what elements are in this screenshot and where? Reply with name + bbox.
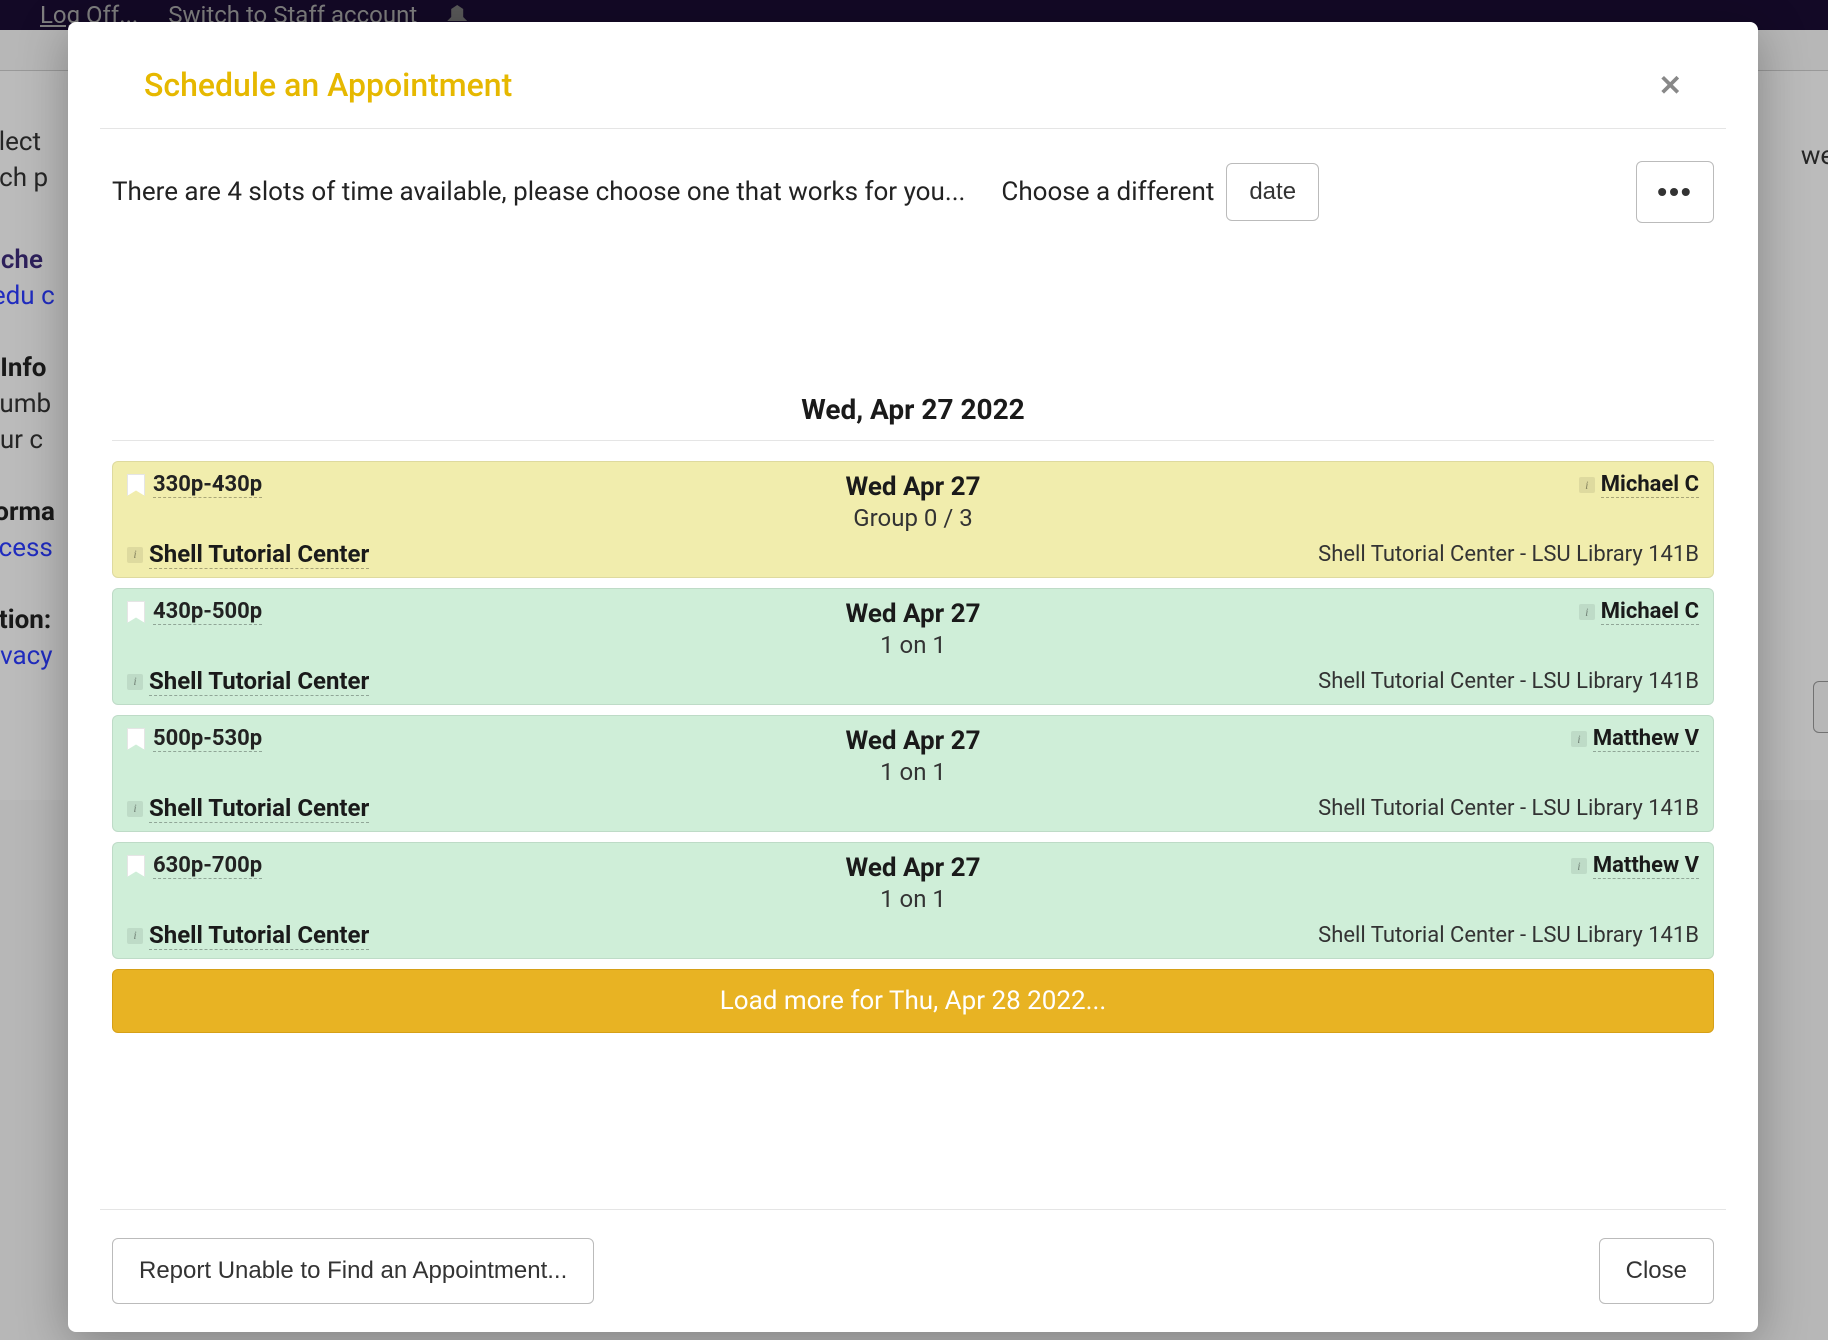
intro-text: There are 4 slots of time available, ple… <box>112 177 965 207</box>
modal-footer: Report Unable to Find an Appointment... … <box>100 1209 1726 1332</box>
slot-location: Shell Tutorial Center - LSU Library 141B <box>1318 542 1699 567</box>
bookmark-icon <box>127 728 145 750</box>
slot-date: Wed Apr 27 <box>527 726 1299 756</box>
bookmark-icon <box>127 601 145 623</box>
slot-date: Wed Apr 27 <box>527 853 1299 883</box>
date-heading: Wed, Apr 27 2022 <box>112 393 1714 441</box>
modal-title: Schedule an Appointment <box>144 66 512 104</box>
info-icon: i <box>127 547 143 563</box>
modal-body: There are 4 slots of time available, ple… <box>68 129 1758 1099</box>
slot-type: 1 on 1 <box>527 631 1299 659</box>
appointment-slot[interactable]: 430p-500p Wed Apr 27 1 on 1 i Michael C … <box>112 588 1714 705</box>
slot-time: 500p-530p <box>153 726 262 752</box>
slot-date: Wed Apr 27 <box>527 599 1299 629</box>
slot-staff: Matthew V <box>1593 853 1699 879</box>
bookmark-icon <box>127 474 145 496</box>
info-icon: i <box>1571 731 1587 747</box>
slot-location: Shell Tutorial Center - LSU Library 141B <box>1318 923 1699 948</box>
slot-time: 330p-430p <box>153 472 262 498</box>
info-icon: i <box>1579 477 1595 493</box>
slot-time: 430p-500p <box>153 599 262 625</box>
more-options-button[interactable]: ••• <box>1636 161 1714 223</box>
slot-center: Shell Tutorial Center <box>149 540 369 569</box>
slot-location: Shell Tutorial Center - LSU Library 141B <box>1318 796 1699 821</box>
appointment-slot[interactable]: 330p-430p Wed Apr 27 Group 0 / 3 i Micha… <box>112 461 1714 578</box>
load-more-button[interactable]: Load more for Thu, Apr 28 2022... <box>112 969 1714 1033</box>
info-icon: i <box>1579 604 1595 620</box>
slot-staff: Michael C <box>1601 472 1699 498</box>
slot-center: Shell Tutorial Center <box>149 921 369 950</box>
choose-date-button[interactable]: date <box>1226 163 1319 221</box>
slot-staff: Matthew V <box>1593 726 1699 752</box>
appointment-slot[interactable]: 500p-530p Wed Apr 27 1 on 1 i Matthew V … <box>112 715 1714 832</box>
info-icon: i <box>127 674 143 690</box>
appointment-slot[interactable]: 630p-700p Wed Apr 27 1 on 1 i Matthew V … <box>112 842 1714 959</box>
slot-date: Wed Apr 27 <box>527 472 1299 502</box>
choose-label: Choose a different <box>1001 177 1214 207</box>
intro-row: There are 4 slots of time available, ple… <box>112 161 1714 223</box>
modal-header: Schedule an Appointment ✕ <box>100 22 1726 129</box>
slots-list: 330p-430p Wed Apr 27 Group 0 / 3 i Micha… <box>112 461 1714 959</box>
slot-type: 1 on 1 <box>527 758 1299 786</box>
slot-time: 630p-700p <box>153 853 262 879</box>
info-icon: i <box>127 928 143 944</box>
info-icon: i <box>127 801 143 817</box>
bookmark-icon <box>127 855 145 877</box>
slot-center: Shell Tutorial Center <box>149 794 369 823</box>
close-button[interactable]: Close <box>1599 1238 1714 1304</box>
slot-location: Shell Tutorial Center - LSU Library 141B <box>1318 669 1699 694</box>
report-unable-button[interactable]: Report Unable to Find an Appointment... <box>112 1238 594 1304</box>
info-icon: i <box>1571 858 1587 874</box>
slot-staff: Michael C <box>1601 599 1699 625</box>
slot-type: 1 on 1 <box>527 885 1299 913</box>
slot-center: Shell Tutorial Center <box>149 667 369 696</box>
schedule-appointment-modal: Schedule an Appointment ✕ There are 4 sl… <box>68 22 1758 1332</box>
close-icon[interactable]: ✕ <box>1659 69 1682 102</box>
slot-type: Group 0 / 3 <box>527 504 1299 532</box>
